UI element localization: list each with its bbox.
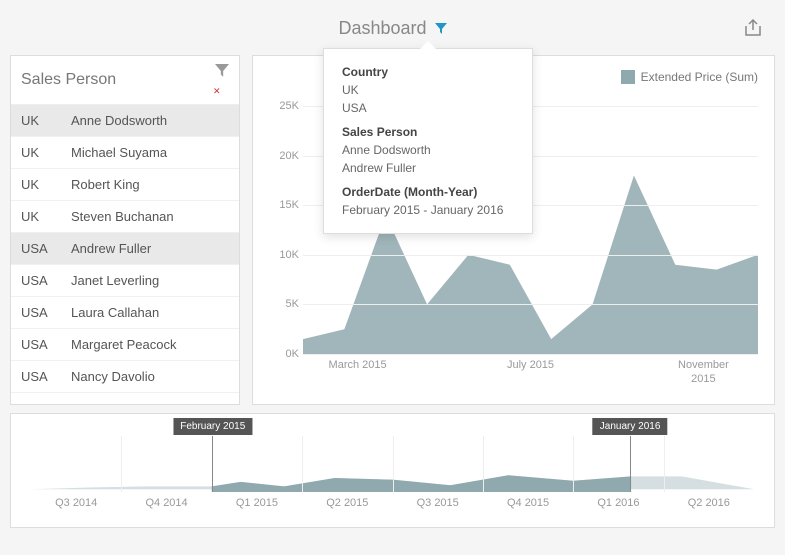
export-icon[interactable] <box>743 18 765 40</box>
main-chart: Extended Price (Sum) Country UK USA Sale… <box>252 55 775 405</box>
table-row[interactable]: USALaura Callahan <box>11 297 239 329</box>
table-row[interactable]: USAAndrew Fuller <box>11 233 239 265</box>
cell-name: Robert King <box>71 177 229 192</box>
cell-country: UK <box>21 113 71 128</box>
range-chart: February 2015 January 2016 <box>31 436 754 492</box>
cell-name: Andrew Fuller <box>71 241 229 256</box>
cell-country: USA <box>21 241 71 256</box>
tooltip-sp-key: Sales Person <box>342 123 514 141</box>
chart-legend: Extended Price (Sum) <box>621 70 758 84</box>
cell-name: Margaret Peacock <box>71 337 229 352</box>
y-tick: 0K <box>286 348 299 360</box>
y-axis: 0K5K10K15K20K25K <box>263 106 299 354</box>
range-handle-right[interactable]: January 2016 <box>593 418 668 435</box>
range-x-axis: Q3 2014 Q4 2014 Q1 2015 Q2 2015 Q3 2015 Q4 20… <box>31 497 754 517</box>
tooltip-od-key: OrderDate (Month-Year) <box>342 183 514 201</box>
range-tick: Q3 2015 <box>417 497 459 509</box>
cell-name: Nancy Davolio <box>71 369 229 384</box>
x-tick: March 2015 <box>329 358 387 372</box>
table-row[interactable]: UKMichael Suyama <box>11 137 239 169</box>
dashboard-header: Dashboard <box>10 10 775 47</box>
grid-header-label: Sales Person <box>21 71 116 89</box>
x-axis: March 2015 July 2015 November2015 <box>303 358 758 394</box>
grid-header: Sales Person ✕ <box>11 56 239 105</box>
range-tick: Q2 2016 <box>688 497 730 509</box>
tooltip-country-key: Country <box>342 63 514 81</box>
tooltip-sp-v1: Anne Dodsworth <box>342 141 514 159</box>
range-tick: Q2 2015 <box>326 497 368 509</box>
y-tick: 10K <box>279 249 299 261</box>
range-tick: Q4 2014 <box>145 497 187 509</box>
cell-country: UK <box>21 177 71 192</box>
table-row[interactable]: UKSteven Buchanan <box>11 201 239 233</box>
clear-filter-icon[interactable]: ✕ <box>215 64 229 96</box>
y-tick: 5K <box>286 298 299 310</box>
page-title: Dashboard <box>338 18 426 39</box>
cell-name: Steven Buchanan <box>71 209 229 224</box>
range-tick: Q1 2016 <box>597 497 639 509</box>
cell-country: USA <box>21 305 71 320</box>
tooltip-country-v2: USA <box>342 99 514 117</box>
x-tick: July 2015 <box>507 358 554 372</box>
cell-country: UK <box>21 209 71 224</box>
legend-label: Extended Price (Sum) <box>641 70 758 84</box>
table-row[interactable]: USAJanet Leverling <box>11 265 239 297</box>
legend-swatch <box>621 70 635 84</box>
cell-name: Laura Callahan <box>71 305 229 320</box>
y-tick: 15K <box>279 199 299 211</box>
cell-name: Anne Dodsworth <box>71 113 229 128</box>
filter-tooltip: Country UK USA Sales Person Anne Dodswor… <box>323 48 533 234</box>
cell-country: USA <box>21 337 71 352</box>
cell-country: USA <box>21 273 71 288</box>
y-tick: 20K <box>279 150 299 162</box>
tooltip-od-v: February 2015 - January 2016 <box>342 201 514 219</box>
table-row[interactable]: USANancy Davolio <box>11 361 239 393</box>
range-selection[interactable]: February 2015 January 2016 <box>212 436 631 492</box>
cell-name: Janet Leverling <box>71 273 229 288</box>
table-row[interactable]: UKRobert King <box>11 169 239 201</box>
range-selector[interactable]: February 2015 January 2016 Q3 2014 Q4 201… <box>10 413 775 528</box>
filter-icon[interactable] <box>435 23 447 35</box>
range-handle-left[interactable]: February 2015 <box>173 418 252 435</box>
cell-country: UK <box>21 145 71 160</box>
x-tick: November2015 <box>678 358 729 387</box>
tooltip-sp-v2: Andrew Fuller <box>342 159 514 177</box>
range-tick: Q1 2015 <box>236 497 278 509</box>
table-row[interactable]: UKAnne Dodsworth <box>11 105 239 137</box>
sales-person-grid: Sales Person ✕ UKAnne DodsworthUKMichael… <box>10 55 240 405</box>
table-row[interactable]: USAMargaret Peacock <box>11 329 239 361</box>
y-tick: 25K <box>279 100 299 112</box>
range-tick: Q4 2015 <box>507 497 549 509</box>
range-tick: Q3 2014 <box>55 497 97 509</box>
cell-name: Michael Suyama <box>71 145 229 160</box>
tooltip-country-v1: UK <box>342 81 514 99</box>
cell-country: USA <box>21 369 71 384</box>
